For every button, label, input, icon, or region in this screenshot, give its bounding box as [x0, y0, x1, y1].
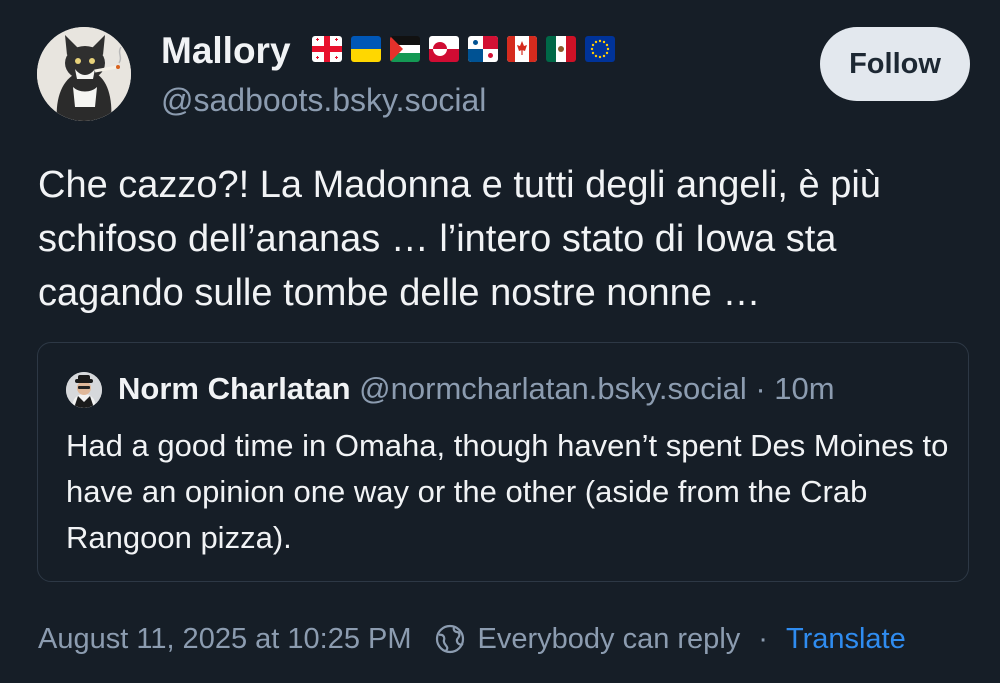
post-timestamp: August 11, 2025 at 10:25 PM	[38, 622, 412, 655]
globe-icon	[435, 624, 464, 654]
panama-flag-icon	[468, 36, 498, 62]
quoted-post-header: Norm Charlatan @normcharlatan.bsky.socia…	[118, 369, 835, 409]
post-view: Mallory @sadboots.bsky.social Follow Che…	[0, 0, 1000, 683]
footer-separator: ·	[758, 622, 768, 655]
post-text: Che cazzo?! La Madonna e tutti degli ang…	[38, 164, 881, 314]
post-footer: August 11, 2025 at 10:25 PM Everybody ca…	[38, 617, 906, 661]
quoted-author-handle[interactable]: @normcharlatan.bsky.social	[359, 371, 747, 406]
quoted-author-avatar[interactable]	[66, 372, 102, 408]
greenland-flag-icon	[429, 36, 459, 62]
reply-setting-label: Everybody can reply	[477, 622, 741, 655]
author-flags	[312, 36, 615, 62]
reply-setting[interactable]: Everybody can reply	[434, 622, 741, 656]
palestine-flag-icon	[390, 36, 420, 62]
quoted-post-separator: ·	[746, 371, 775, 406]
author-display-name[interactable]: Mallory	[161, 30, 291, 72]
quoted-post-time: 10m	[774, 371, 835, 406]
mexico-flag-icon	[546, 36, 576, 62]
canada-flag-icon	[507, 36, 537, 62]
ukraine-flag-icon	[351, 36, 381, 62]
georgia-flag-icon	[312, 36, 342, 62]
follow-button[interactable]: Follow	[820, 27, 970, 101]
quoted-post-text: Had a good time in Omaha, though haven’t…	[66, 428, 949, 555]
quoted-post-card[interactable]: Norm Charlatan @normcharlatan.bsky.socia…	[37, 342, 969, 582]
eu-flag-icon	[585, 36, 615, 62]
quoted-author-name[interactable]: Norm Charlatan	[118, 371, 351, 406]
translate-link[interactable]: Translate	[786, 623, 906, 656]
author-handle[interactable]: @sadboots.bsky.social	[161, 82, 486, 119]
author-avatar[interactable]	[37, 27, 131, 121]
